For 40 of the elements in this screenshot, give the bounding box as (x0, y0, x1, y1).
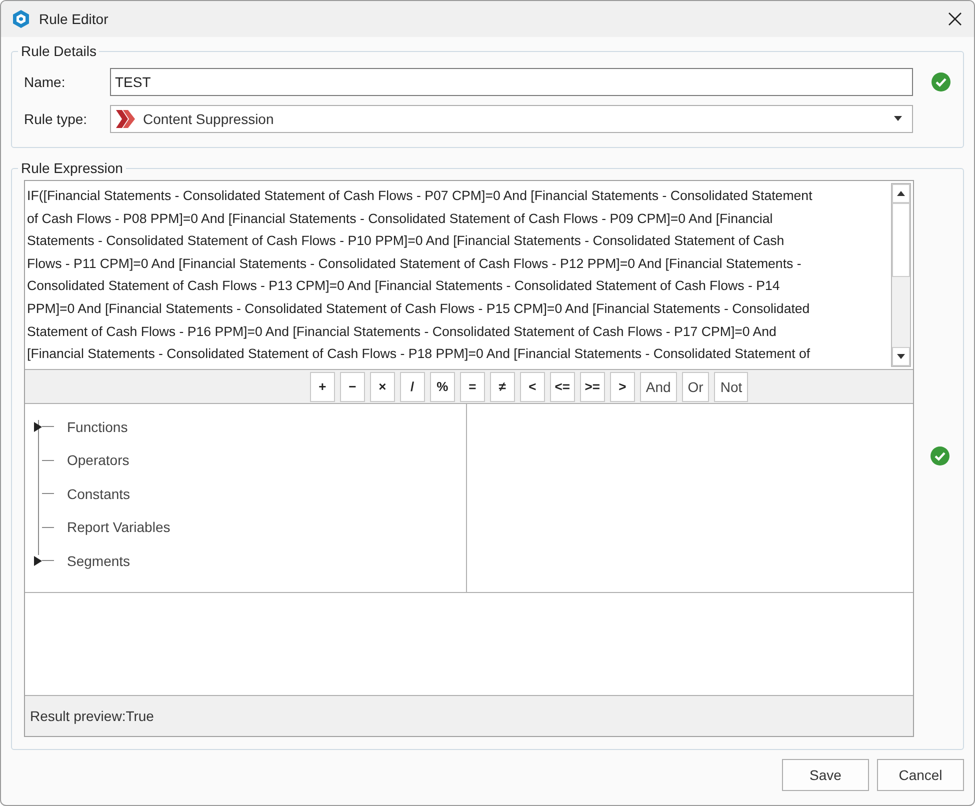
tree-item[interactable]: Report Variables (67, 519, 170, 536)
tree-item[interactable]: Functions (67, 418, 128, 435)
expand-arrow-icon[interactable] (34, 422, 42, 432)
result-preview-text: Result preview:True (30, 708, 154, 724)
scroll-down-icon[interactable] (897, 354, 905, 359)
operator-button[interactable]: + (310, 372, 335, 402)
operator-button[interactable]: × (370, 372, 395, 402)
dropdown-caret-icon (894, 116, 902, 121)
app-logo-icon (11, 9, 31, 29)
operator-button[interactable]: >= (580, 372, 605, 402)
group-legend: Rule Expression (18, 160, 126, 176)
operator-button[interactable]: Or (682, 372, 710, 402)
operator-button[interactable]: / (400, 372, 425, 402)
operator-button[interactable]: <= (550, 372, 575, 402)
rule-type-dropdown[interactable]: Content Suppression (110, 104, 913, 132)
dialog-button[interactable]: Save (782, 759, 869, 791)
close-icon[interactable] (948, 12, 962, 26)
scrollbar[interactable] (891, 183, 911, 367)
dialog-button[interactable]: Cancel (877, 759, 964, 791)
expand-arrow-icon[interactable] (34, 556, 42, 566)
operator-button[interactable]: − (340, 372, 365, 402)
tree-item[interactable]: Constants (67, 486, 130, 502)
operator-button[interactable]: > (610, 372, 635, 402)
operator-button[interactable]: % (430, 372, 455, 402)
operator-button[interactable]: = (460, 372, 485, 402)
chevrons-icon (115, 108, 137, 128)
operator-button[interactable]: And (640, 372, 677, 402)
operator-button[interactable]: Not (714, 372, 748, 402)
operator-button[interactable]: ≠ (490, 372, 515, 402)
field-label: Name: (24, 74, 66, 90)
group-legend: Rule Details (18, 43, 100, 59)
tree-item[interactable]: Operators (67, 452, 130, 468)
window-title: Rule Editor (39, 11, 110, 27)
operator-button[interactable]: < (520, 372, 545, 402)
field-label: Rule type: (24, 110, 88, 126)
scroll-up-icon[interactable] (897, 191, 905, 196)
scroll-thumb[interactable] (892, 203, 910, 277)
tree-item[interactable]: Segments (67, 552, 130, 569)
name-field[interactable]: TEST (110, 68, 913, 96)
expression-field[interactable]: IF([Financial Statements - Consolidated Statement of Cash Flows - P07 CPM]=0 And [Financial Statements - Consolidated Statement of Cash Flows - P08 PPM]=0 And [Financial Statements - Consolidated Statement of Cash Flows - P09 CPM]=0 And [Financial Statements - Consolidated Statement of Cash Flows - P10 PPM]=0 And [Financial Statements - Consolidated Statement of Cash Flows - P11 CPM]=0 And [Financial Statements - Consolidated Statement of Cash Flows - P12 PPM]=0 And [Financial Statements - Consolidated Statement of Cash Flows - P13 CPM]=0 And [Financial Statements - Consolidated Statement of Cash Flows - P14 PPM]=0 And [Financial Statements - Consolidated Statement of Cash Flows - P15 CPM]=0 And [Financial Statements - Consolidated Statement of Cash Flows - P16 PPM]=0 And [Financial Statements - Consolidated Statement of Cash Flows - P17 CPM]=0 And [Financial Statements - Consolidated Statement of Cash Flows - P18 PPM]=0 And [Financial Statements - Consolidated Statement of (25, 181, 891, 369)
